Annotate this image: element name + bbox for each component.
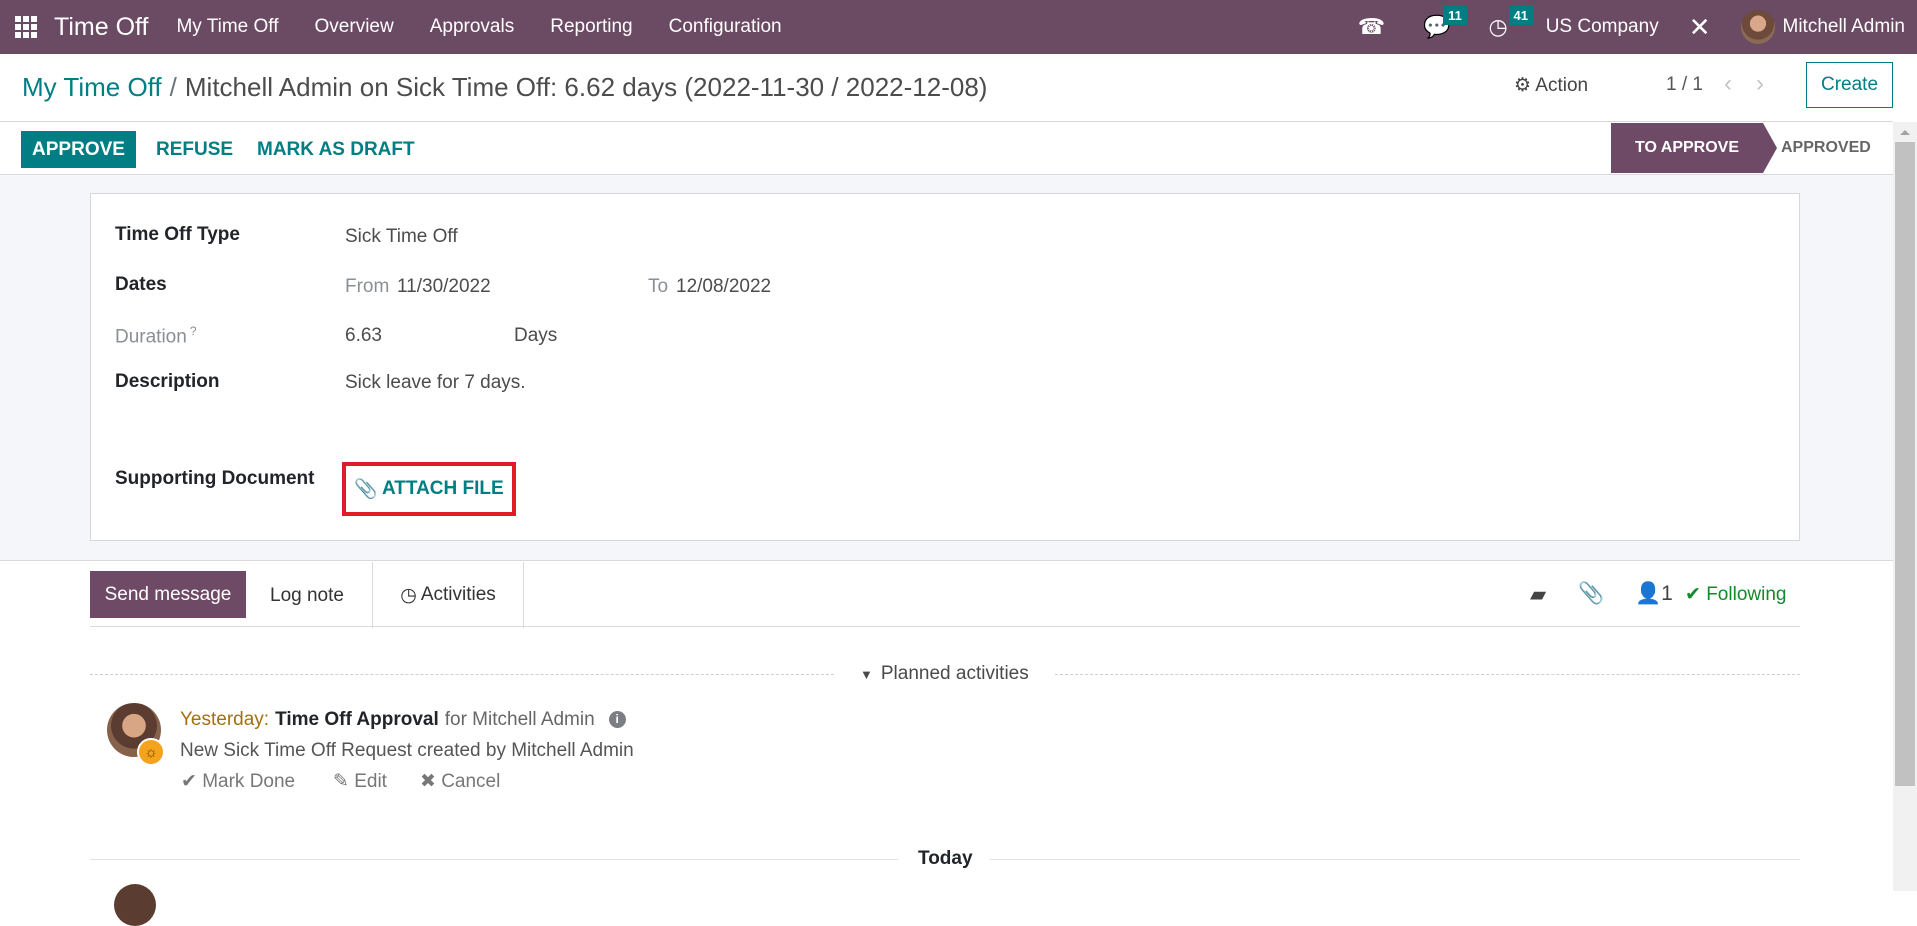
refuse-button[interactable]: REFUSE [156,139,233,161]
approve-button[interactable]: APPROVE [21,131,136,168]
action-label: Action [1535,75,1589,96]
gear-icon: ⚙ [1514,75,1532,96]
log-note-button[interactable]: Log note [270,585,344,607]
phone-icon[interactable]: ☎ [1358,14,1385,40]
activity-type-icon: ☼ [137,738,165,766]
followers-button[interactable]: 👤1 [1635,582,1673,606]
time-off-type-label: Time Off Type [115,224,240,245]
menu-reporting[interactable]: Reporting [550,16,632,38]
form-sheet: Time Off Type Sick Time Off Dates From 1… [90,193,1800,541]
help-tooltip-icon[interactable]: ? [190,324,197,338]
clock-icon[interactable]: ◷ 41 [1489,6,1533,40]
breadcrumb-separator: / [169,72,177,102]
edit-activity-button[interactable]: ✎ Edit [333,770,387,793]
paperclip-icon: 📎 [354,479,378,500]
divider-left [90,674,834,675]
attach-file-button[interactable]: 📎 ATTACH FILE [342,462,516,516]
edit-label: Edit [354,771,387,792]
cancel-activity-button[interactable]: ✖ Cancel [420,770,500,793]
from-label: From [345,276,390,297]
send-message-button[interactable]: Send message [90,571,246,618]
planned-activities-toggle[interactable]: ▼ Planned activities [860,663,1029,685]
messages-badge: 11 [1443,6,1467,25]
tools-icon[interactable]: ✕ [1689,12,1711,43]
check-icon: ✔ [181,771,197,792]
today-divider-left [90,859,898,860]
mark-done-button[interactable]: ✔ Mark Done [181,770,295,793]
book-icon[interactable]: ▰ [1530,582,1546,607]
mark-done-label: Mark Done [202,771,296,792]
chevron-right-icon[interactable]: › [1756,70,1764,98]
today-label: Today [918,848,973,869]
check-icon: ✔ [1685,584,1701,605]
user-icon: 👤 [1635,582,1662,605]
dates-label: Dates [115,274,167,295]
followers-count: 1 [1661,582,1673,605]
activities-label: Activities [420,584,496,605]
following-label: Following [1706,584,1787,605]
company-switcher[interactable]: US Company [1546,16,1659,38]
status-to-approve[interactable]: TO APPROVE [1611,123,1777,173]
close-icon: ✖ [420,771,436,792]
breadcrumb: My Time Off / Mitchell Admin on Sick Time … [22,72,987,103]
form-statusbar: APPROVE REFUSE MARK AS DRAFT TO APPROVE … [0,122,1893,175]
activity-due: Yesterday: [180,709,270,730]
apps-grid-icon[interactable] [0,0,52,54]
page-title: Mitchell Admin on Sick Time Off: 6.62 da… [184,72,988,102]
time-off-type-field[interactable]: Sick Time Off [345,226,458,248]
paperclip-icon[interactable]: 📎 [1578,582,1604,606]
caret-down-icon: ▼ [860,667,873,682]
cancel-label: Cancel [441,771,501,792]
description-label: Description [115,371,220,392]
menu-overview[interactable]: Overview [315,16,394,38]
duration-unit: Days [514,325,558,346]
scroll-thumb[interactable] [1895,142,1915,786]
chevron-left-icon[interactable]: ‹ [1724,70,1732,98]
control-panel: My Time Off / Mitchell Admin on Sick Time … [0,54,1893,122]
breadcrumb-parent[interactable]: My Time Off [22,72,162,102]
activity-title: Time Off Approval [275,709,439,730]
menu-my-time-off[interactable]: My Time Off [176,16,278,38]
chat-icon[interactable]: 💬 11 [1423,6,1467,40]
duration-label-text: Duration [115,326,187,348]
menu-configuration[interactable]: Configuration [669,16,782,38]
clock-icon: ◷ [400,584,417,606]
top-navbar: Time Off My Time Off Overview Approvals … [0,0,1917,54]
supporting-document-label: Supporting Document [115,468,315,489]
to-label: To [648,276,669,297]
chatter-topbar: Send message Log note ◷ Activities ▰ 📎 👤1… [90,562,1800,628]
status-approved[interactable]: APPROVED [1781,139,1871,157]
duration-field[interactable]: 6.63 [345,325,382,347]
app-name[interactable]: Time Off [54,13,148,42]
activity-note: New Sick Time Off Request created by Mit… [180,740,634,761]
today-divider-right [990,859,1800,860]
date-to-field[interactable]: 12/08/2022 [676,276,771,298]
pager-value[interactable]: 1 / 1 [1666,74,1703,96]
user-menu[interactable]: Mitchell Admin [1783,16,1906,38]
divider-right [1055,674,1800,675]
activity-assignee: for Mitchell Admin [444,709,595,730]
create-button[interactable]: Create [1806,62,1893,108]
avatar[interactable] [1740,10,1775,44]
message-avatar [114,884,156,926]
action-button[interactable]: ⚙ Action [1514,74,1588,97]
mark-as-draft-button[interactable]: MARK AS DRAFT [257,139,415,161]
scroll-up-arrow-icon[interactable] [1900,130,1910,135]
activity-header: Yesterday: Time Off Approval for Mitchell … [180,709,626,731]
menu-approvals[interactable]: Approvals [430,16,515,38]
description-field[interactable]: Sick leave for 7 days. [345,372,526,394]
info-icon[interactable]: i [608,711,626,728]
date-from-field[interactable]: 11/30/2022 [397,276,491,298]
attach-file-label: ATTACH FILE [381,478,504,499]
following-button[interactable]: ✔ Following [1685,583,1786,606]
scrollbar[interactable] [1893,122,1917,891]
pencil-icon: ✎ [333,771,349,792]
planned-activities-label: Planned activities [880,663,1029,684]
activities-button[interactable]: ◷ Activities [372,562,524,628]
activities-badge: 41 [1508,6,1533,25]
duration-label: Duration? [115,324,197,348]
